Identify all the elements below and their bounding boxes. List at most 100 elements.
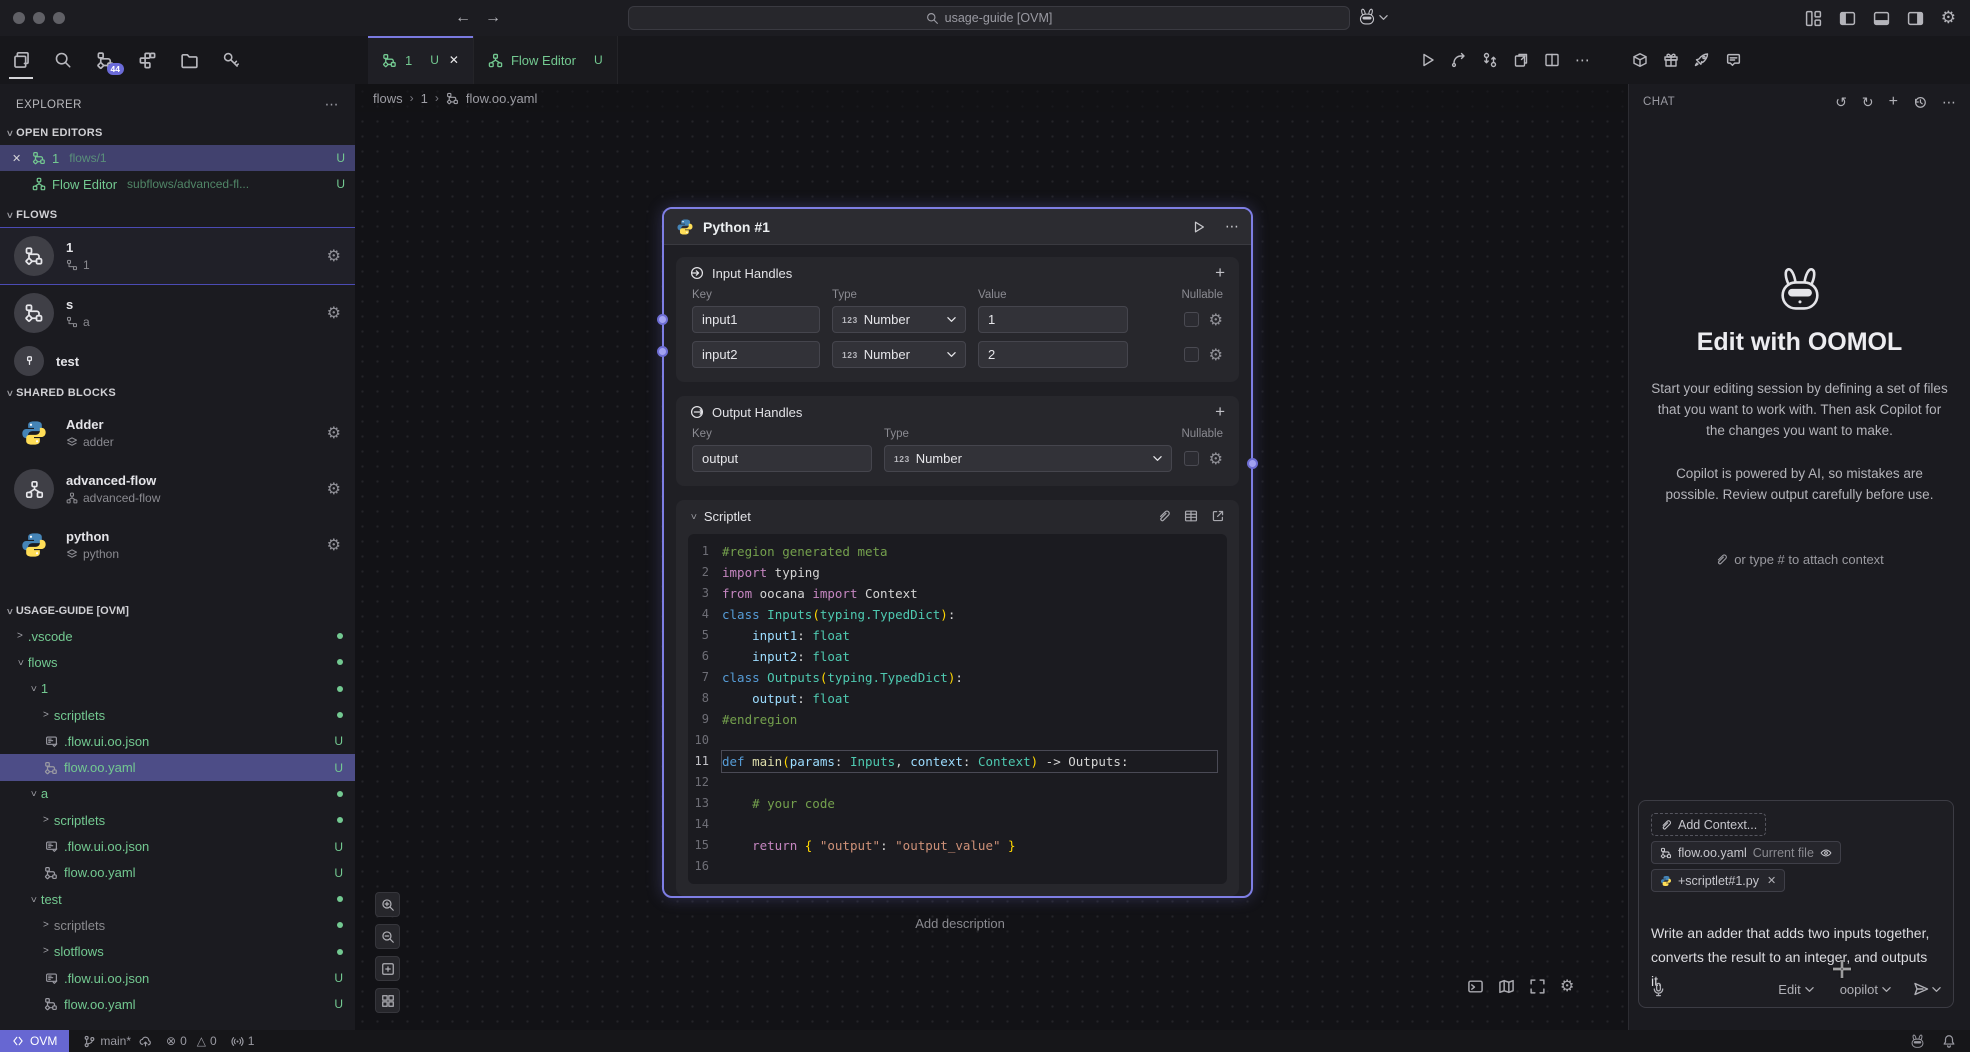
tree-item-1[interactable]: >1: [0, 676, 355, 702]
explorer-activity-icon[interactable]: [6, 43, 36, 77]
run-icon[interactable]: [1420, 52, 1436, 68]
add-output-icon[interactable]: +: [1215, 402, 1225, 422]
tab-close-icon[interactable]: ✕: [449, 53, 459, 67]
chat-panel-icon[interactable]: [1725, 52, 1742, 69]
problems-item[interactable]: ⊗0 △0: [166, 1034, 217, 1048]
rocket-icon[interactable]: [1694, 52, 1710, 68]
send-button[interactable]: [1913, 981, 1941, 997]
code-line-7[interactable]: 7class Outputs(typing.TypedDict):: [688, 667, 1227, 688]
code-line-14[interactable]: 14: [688, 814, 1227, 835]
split-editor-icon[interactable]: [1544, 52, 1560, 68]
tree-item-scriptlets[interactable]: >scriptlets: [0, 912, 355, 938]
code-line-2[interactable]: 2import typing: [688, 562, 1227, 583]
code-line-9[interactable]: 9#endregion: [688, 709, 1227, 730]
tree-item-scriptlets[interactable]: >scriptlets: [0, 807, 355, 833]
minimap-icon[interactable]: [1498, 978, 1515, 995]
add-input-icon[interactable]: +: [1215, 263, 1225, 283]
gift-icon[interactable]: [1663, 52, 1679, 68]
git-branch-item[interactable]: main*: [83, 1034, 152, 1048]
flow-list-item-1[interactable]: 1 1 ⚙: [0, 227, 355, 285]
chat-model-select[interactable]: oopilot: [1840, 982, 1891, 997]
code-line-16[interactable]: 16: [688, 856, 1227, 877]
code-line-11[interactable]: 11def main(params: Inputs, context: Cont…: [688, 751, 1227, 772]
new-chat-icon[interactable]: +: [1889, 93, 1898, 111]
breadcrumb-item[interactable]: 1: [421, 91, 428, 106]
code-line-12[interactable]: 12: [688, 772, 1227, 793]
ports-item[interactable]: 1: [231, 1034, 255, 1048]
shared-block-adder[interactable]: Adder adder ⚙: [0, 405, 355, 461]
rerun-icon[interactable]: [1451, 52, 1467, 68]
remote-indicator[interactable]: OVM: [0, 1030, 69, 1052]
gear-icon[interactable]: ⚙: [327, 246, 341, 266]
flows-section-header[interactable]: > FLOWS: [0, 203, 355, 227]
tree-item-flow.oo.yaml[interactable]: flow.oo.yamlU: [0, 991, 355, 1017]
shared-block-python[interactable]: python python ⚙: [0, 517, 355, 573]
gear-icon[interactable]: ⚙: [1209, 449, 1223, 469]
overview-grid-icon[interactable]: [375, 988, 400, 1013]
python-node-card[interactable]: Python #1 ⋯ Input Handles + Key Type Val…: [662, 207, 1253, 898]
breadcrumb-item[interactable]: flow.oo.yaml: [466, 91, 538, 106]
shared-block-advanced-flow[interactable]: advanced-flow advanced-flow ⚙: [0, 461, 355, 517]
add-description-button[interactable]: Add description: [825, 916, 1095, 931]
fit-view-icon[interactable]: [375, 956, 400, 981]
gear-icon[interactable]: ⚙: [1209, 345, 1223, 365]
context-file-chip[interactable]: flow.oo.yaml Current file: [1651, 841, 1841, 864]
type-select[interactable]: 123 Number: [884, 445, 1172, 472]
tree-item-.flow.ui.oo.json[interactable]: .flow.ui.oo.jsonU: [0, 833, 355, 859]
code-line-10[interactable]: 10: [688, 730, 1227, 751]
customize-layout-icon[interactable]: [1805, 10, 1822, 27]
compare-icon[interactable]: [1482, 52, 1498, 68]
traffic-light-zoom[interactable]: [53, 12, 65, 24]
zoom-out-icon[interactable]: [375, 924, 400, 949]
open-external-icon[interactable]: [1211, 509, 1225, 523]
nav-forward-icon[interactable]: →: [485, 9, 501, 27]
code-line-1[interactable]: 1#region generated meta: [688, 541, 1227, 562]
flow-canvas-editor[interactable]: flows › 1 › flow.oo.yaml Python #1 ⋯ Inp…: [355, 84, 1628, 1030]
eye-icon[interactable]: [1820, 847, 1832, 859]
gear-icon[interactable]: ⚙: [327, 303, 341, 323]
explorer-more-icon[interactable]: ⋯: [325, 96, 339, 113]
toggle-panel-icon[interactable]: [1873, 10, 1890, 27]
tree-item-.flow.ui.oo.json[interactable]: .flow.ui.oo.jsonU: [0, 965, 355, 991]
run-node-icon[interactable]: [1192, 220, 1206, 234]
code-line-3[interactable]: 3from oocana import Context: [688, 583, 1227, 604]
console-icon[interactable]: [1467, 978, 1484, 995]
tree-item-slotflows[interactable]: >slotflows: [0, 939, 355, 965]
output-handle[interactable]: [1247, 458, 1258, 469]
input1-handle[interactable]: [657, 314, 668, 325]
redo-icon[interactable]: ↻: [1862, 94, 1874, 111]
tab-flow-1[interactable]: 1 U ✕: [368, 36, 474, 84]
traffic-light-minimize[interactable]: [33, 12, 45, 24]
value-input[interactable]: 2: [978, 341, 1128, 368]
folder-activity-icon[interactable]: [174, 43, 204, 77]
oomol-bunny-icon[interactable]: [1909, 1034, 1926, 1049]
command-center-search[interactable]: usage-guide [OVM]: [628, 6, 1350, 30]
tree-item-scriptlets[interactable]: >scriptlets: [0, 702, 355, 728]
value-input[interactable]: 1: [978, 306, 1128, 333]
add-context-chip[interactable]: Add Context...: [1651, 813, 1766, 836]
code-line-5[interactable]: 5 input1: float: [688, 625, 1227, 646]
search-activity-icon[interactable]: [48, 43, 78, 77]
tab-flow-editor[interactable]: Flow Editor U: [474, 36, 618, 84]
notifications-bell-icon[interactable]: [1942, 1034, 1956, 1048]
zoom-in-icon[interactable]: [375, 892, 400, 917]
flow-list-item-test[interactable]: test: [0, 341, 355, 381]
tree-item-flow.oo.yaml[interactable]: flow.oo.yamlU: [0, 860, 355, 886]
type-select[interactable]: 123 Number: [832, 306, 966, 333]
breadcrumb-item[interactable]: flows: [373, 91, 403, 106]
traffic-light-close[interactable]: [13, 12, 25, 24]
scriptlet-code-editor[interactable]: 1#region generated meta2import typing3fr…: [688, 534, 1227, 884]
code-line-13[interactable]: 13 # your code: [688, 793, 1227, 814]
fullscreen-icon[interactable]: [1529, 978, 1546, 995]
gear-icon[interactable]: ⚙: [327, 535, 341, 555]
tree-item-test[interactable]: >test: [0, 886, 355, 912]
code-line-6[interactable]: 6 input2: float: [688, 646, 1227, 667]
flow-list-item-s[interactable]: s a ⚙: [0, 285, 355, 341]
more-actions-icon[interactable]: ⋯: [1575, 51, 1590, 69]
toggle-sidebar-right-icon[interactable]: [1907, 10, 1924, 27]
blocks-activity-icon[interactable]: [132, 43, 162, 77]
settings-gear-icon[interactable]: ⚙: [1941, 8, 1956, 28]
chat-mode-select[interactable]: Edit: [1778, 982, 1813, 997]
nullable-checkbox[interactable]: [1184, 347, 1199, 362]
tree-item-flows[interactable]: >flows: [0, 649, 355, 675]
